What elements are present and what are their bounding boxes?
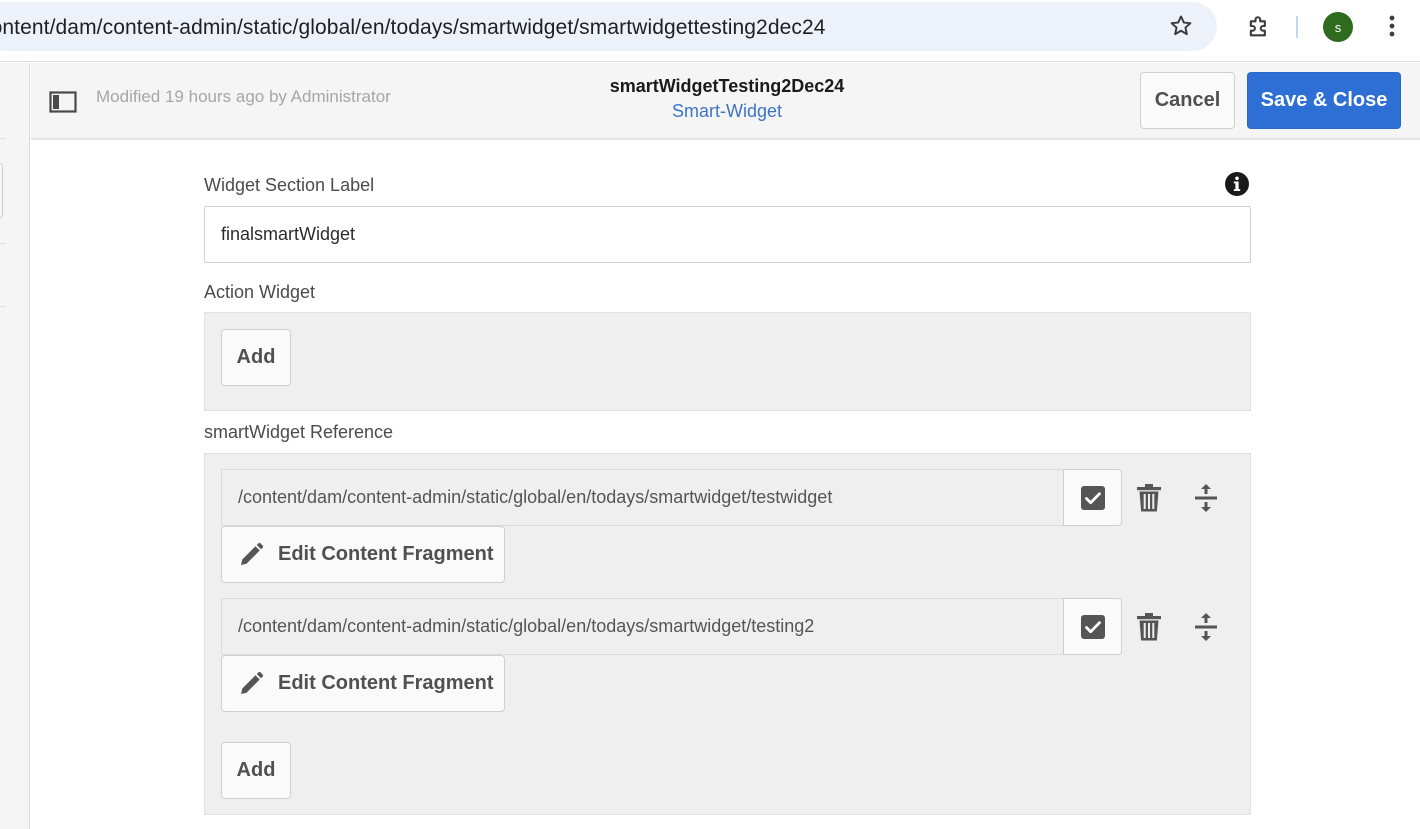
extensions-puzzle-icon[interactable] <box>1245 12 1273 40</box>
page-title: smartWidgetTesting2Dec24 <box>609 76 845 96</box>
browser-toolbar: content/dam/content-admin/static/global/… <box>0 0 1420 62</box>
rail-divider <box>0 138 6 139</box>
rail-tab[interactable] <box>0 163 3 218</box>
reference-path-input[interactable]: /content/dam/content-admin/static/global… <box>221 469 1064 526</box>
modified-info: Modified 19 hours ago by Administrator <box>96 87 391 106</box>
edit-content-fragment-button[interactable]: Edit Content Fragment <box>221 526 505 583</box>
info-icon[interactable] <box>1224 171 1250 197</box>
drag-reorder-icon[interactable] <box>1193 482 1219 514</box>
drag-reorder-icon[interactable] <box>1193 611 1219 643</box>
widget-section-label-label: Widget Section Label <box>204 175 375 195</box>
url-text[interactable]: content/dam/content-admin/static/global/… <box>0 16 826 40</box>
left-rail <box>0 63 30 829</box>
checkbox-checked-icon <box>1080 614 1105 639</box>
reference-path-input[interactable]: /content/dam/content-admin/static/global… <box>221 598 1064 655</box>
smartwidget-reference-add-button[interactable]: Add <box>221 742 291 799</box>
cancel-button[interactable]: Cancel <box>1140 72 1235 129</box>
rail-divider <box>0 306 6 307</box>
delete-trash-icon[interactable] <box>1135 483 1163 513</box>
edit-content-fragment-label: Edit Content Fragment <box>278 543 494 565</box>
path-picker-button[interactable] <box>1063 598 1122 655</box>
action-widget-add-button[interactable]: Add <box>221 329 291 386</box>
path-picker-button[interactable] <box>1063 469 1122 526</box>
save-close-button[interactable]: Save & Close <box>1247 72 1401 129</box>
checkbox-checked-icon <box>1080 485 1105 510</box>
address-bar[interactable]: content/dam/content-admin/static/global/… <box>0 2 1217 51</box>
editor-header: Modified 19 hours ago by Administrator s… <box>31 63 1420 140</box>
side-panel-toggle-icon[interactable] <box>49 91 77 113</box>
content-fragment-form: Widget Section Label finalsmartWidget Ac… <box>31 142 1420 829</box>
pencil-icon <box>241 671 264 694</box>
pencil-icon <box>241 542 264 565</box>
smartwidget-reference-multifield: /content/dam/content-admin/static/global… <box>204 453 1251 815</box>
toolbar-divider <box>1296 16 1298 38</box>
edit-content-fragment-button[interactable]: Edit Content Fragment <box>221 655 505 712</box>
rail-divider <box>0 243 6 244</box>
action-widget-label: Action Widget <box>204 282 316 302</box>
edit-content-fragment-label: Edit Content Fragment <box>278 672 494 694</box>
bookmark-star-icon[interactable] <box>1168 13 1194 39</box>
model-link[interactable]: Smart-Widget <box>527 101 927 122</box>
delete-trash-icon[interactable] <box>1135 612 1163 642</box>
action-widget-multifield: Add <box>204 312 1251 411</box>
smartwidget-reference-label: smartWidget Reference <box>204 422 394 442</box>
profile-avatar[interactable]: s <box>1323 12 1353 42</box>
widget-section-label-input[interactable]: finalsmartWidget <box>204 206 1251 263</box>
more-vertical-icon[interactable] <box>1380 12 1404 40</box>
title-block: smartWidgetTesting2Dec24 Smart-Widget <box>527 76 927 122</box>
